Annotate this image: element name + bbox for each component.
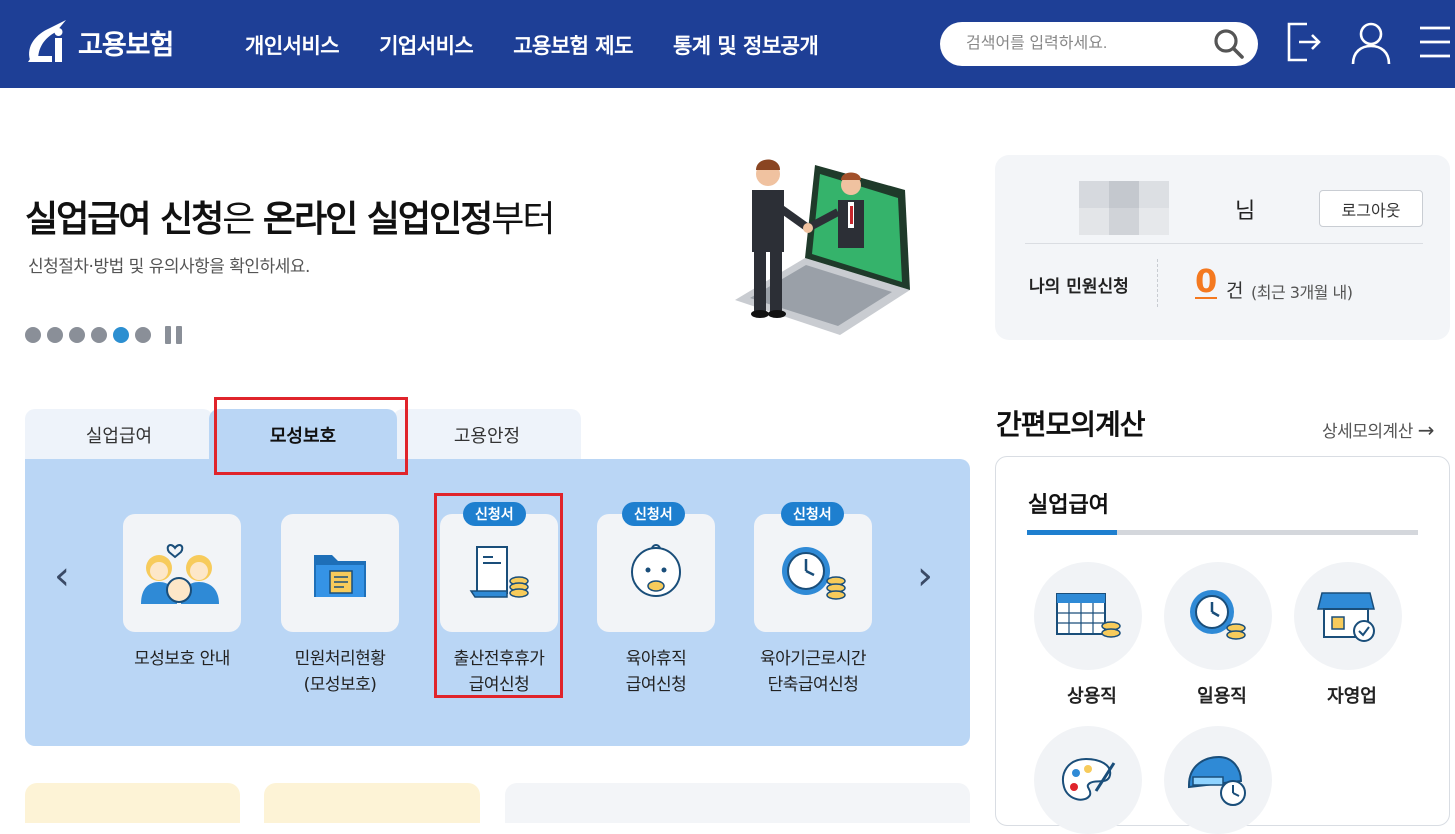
hero-title-part: 부터 bbox=[491, 199, 555, 240]
calc-regular-button[interactable] bbox=[1034, 562, 1142, 670]
prev-arrow-icon[interactable]: ‹ bbox=[54, 556, 70, 596]
user-suffix: 님 bbox=[1235, 199, 1256, 224]
applications-count-unit: 건 bbox=[1226, 280, 1244, 302]
applications-count-note: (최근 3개월 내) bbox=[1251, 283, 1353, 302]
application-badge: 신청서 bbox=[622, 502, 685, 526]
slide-dot[interactable] bbox=[47, 327, 63, 343]
tab-unemployment[interactable]: 실업급여 bbox=[25, 409, 213, 461]
user-panel: 님 로그아웃 나의 민원신청 0 건 (최근 3개월 내) bbox=[995, 155, 1450, 340]
hero-illustration bbox=[720, 150, 920, 349]
applications-count[interactable]: 0 bbox=[1195, 265, 1218, 299]
calc-item-label: 자영업 bbox=[1327, 686, 1377, 707]
site-logo[interactable]: 고용보험 bbox=[22, 14, 174, 70]
slide-dot[interactable] bbox=[135, 327, 151, 343]
calc-artist-button[interactable] bbox=[1034, 726, 1142, 834]
calc-subtitle[interactable]: 실업급여 bbox=[1028, 487, 1109, 519]
divider bbox=[1025, 243, 1423, 244]
logo-text: 고용보험 bbox=[78, 29, 174, 61]
slide-dot[interactable] bbox=[25, 327, 41, 343]
hero-subtitle: 신청절차·방법 및 유의사항을 확인하세요. bbox=[28, 257, 310, 277]
logout-icon[interactable] bbox=[1285, 20, 1325, 68]
search-input[interactable] bbox=[966, 35, 1196, 53]
detailed-calc-link[interactable]: 상세모의계산 → bbox=[1322, 417, 1435, 442]
nav-insurance-system[interactable]: 고용보험 제도 bbox=[513, 30, 633, 60]
tab-employment-stability[interactable]: 고용안정 bbox=[393, 409, 581, 461]
folder-icon bbox=[314, 555, 366, 597]
slide-dot[interactable] bbox=[91, 327, 107, 343]
helmet-clock-icon bbox=[1188, 755, 1246, 806]
service-card-status[interactable] bbox=[281, 514, 399, 632]
nav-statistics[interactable]: 통계 및 정보공개 bbox=[673, 30, 819, 60]
calc-title: 간편모의계산 bbox=[996, 408, 1146, 441]
hero-title-part: 실업급여 신청 bbox=[25, 199, 224, 240]
divider bbox=[1157, 259, 1158, 307]
calendar-coin-icon bbox=[1056, 593, 1121, 638]
my-applications-label: 나의 민원신청 bbox=[1029, 277, 1129, 297]
nav-business-services[interactable]: 기업서비스 bbox=[379, 30, 474, 60]
menu-icon[interactable] bbox=[1418, 24, 1452, 64]
hero-title-part: 온라인 실업인정 bbox=[262, 199, 493, 240]
calc-helmet-button[interactable] bbox=[1164, 726, 1272, 834]
clock-coin-icon bbox=[782, 547, 846, 600]
service-card-maternity-guide[interactable] bbox=[123, 514, 241, 632]
application-badge: 신청서 bbox=[781, 502, 844, 526]
arrow-right-icon: → bbox=[1417, 418, 1435, 442]
hero-title[interactable]: 실업급여 신청은 온라인 실업인정부터 bbox=[25, 190, 555, 242]
calc-item-label: 상용직 bbox=[1067, 686, 1117, 707]
service-label[interactable]: 모성보호 안내 bbox=[110, 646, 254, 672]
search-box bbox=[940, 22, 1258, 66]
main-nav: 개인서비스 기업서비스 고용보험 제도 통계 및 정보공개 bbox=[245, 30, 819, 60]
nav-personal-services[interactable]: 개인서비스 bbox=[245, 30, 340, 60]
service-label[interactable]: 육아휴직 급여신청 bbox=[584, 646, 728, 698]
card-highlight-box bbox=[434, 493, 563, 698]
clock-coin-icon bbox=[1190, 590, 1246, 640]
pause-icon[interactable] bbox=[165, 326, 182, 344]
bottom-card[interactable] bbox=[505, 783, 970, 823]
calc-self-employed-button[interactable] bbox=[1294, 562, 1402, 670]
service-card-parental-leave[interactable] bbox=[597, 514, 715, 632]
slide-dot-active[interactable] bbox=[113, 327, 129, 343]
palette-icon bbox=[1062, 757, 1116, 801]
search-icon[interactable] bbox=[1212, 27, 1246, 65]
user-icon[interactable] bbox=[1350, 20, 1392, 70]
ei-logo-icon bbox=[28, 20, 66, 62]
baby-icon bbox=[631, 544, 681, 597]
bottom-card[interactable] bbox=[25, 783, 240, 823]
family-icon bbox=[141, 544, 219, 604]
slide-indicator bbox=[25, 326, 182, 344]
calc-daily-button[interactable] bbox=[1164, 562, 1272, 670]
bottom-card[interactable] bbox=[264, 783, 480, 823]
store-icon bbox=[1317, 592, 1375, 642]
top-header: 고용보험 개인서비스 기업서비스 고용보험 제도 통계 및 정보공개 bbox=[0, 0, 1455, 88]
hero-title-part: 은 bbox=[222, 199, 263, 240]
service-label[interactable]: 육아기근로시간 단축급여신청 bbox=[741, 646, 885, 698]
user-name-masked bbox=[1079, 181, 1169, 235]
calc-item-label: 일용직 bbox=[1197, 686, 1247, 707]
service-label[interactable]: 민원처리현황 (모성보호) bbox=[268, 646, 412, 698]
calc-tab-bar-active bbox=[1027, 530, 1117, 535]
logout-button[interactable]: 로그아웃 bbox=[1319, 190, 1423, 227]
detailed-calc-label: 상세모의계산 bbox=[1322, 422, 1413, 442]
next-arrow-icon[interactable]: › bbox=[917, 556, 933, 596]
tab-highlight-box bbox=[214, 397, 408, 475]
slide-dot[interactable] bbox=[69, 327, 85, 343]
service-card-reduced-hours[interactable] bbox=[754, 514, 872, 632]
